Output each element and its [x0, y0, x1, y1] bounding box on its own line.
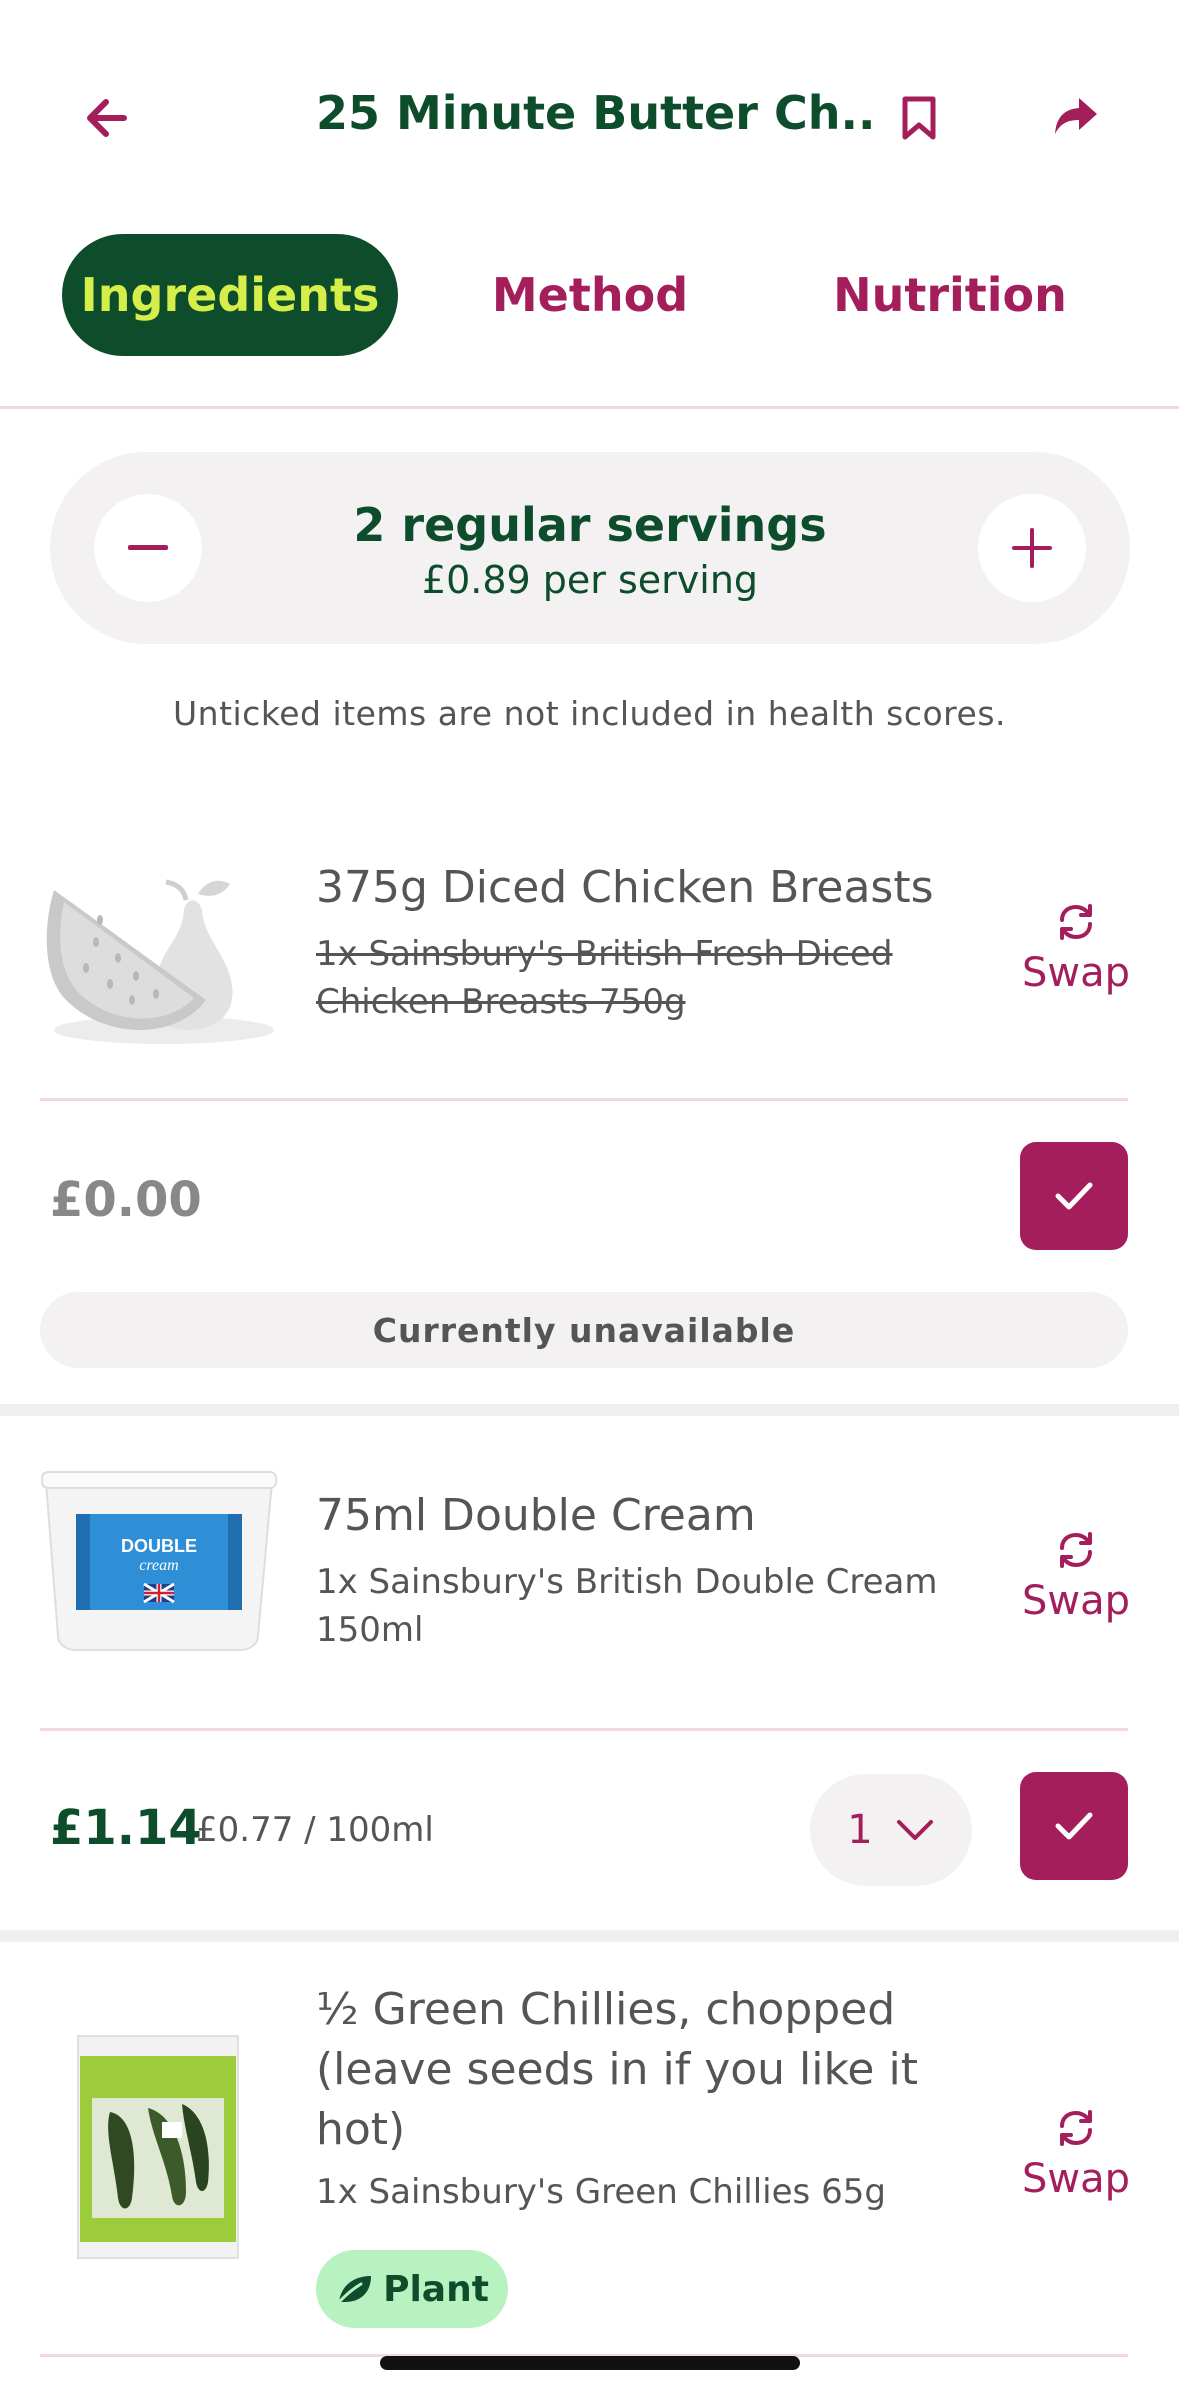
ingredient-name: ½ Green Chillies, chopped (leave seeds i… [316, 1984, 918, 2155]
tab-divider [0, 406, 1179, 409]
bookmark-button[interactable] [894, 88, 944, 148]
servings-count: 2 regular servings [353, 498, 827, 552]
increase-servings-button[interactable] [978, 494, 1086, 602]
swap-label: Swap [1021, 950, 1130, 996]
home-indicator[interactable] [380, 2356, 800, 2370]
item-price: £1.14 [50, 1800, 202, 1856]
ingredient-item: 375g Diced Chicken Breasts 1x Sainsbury'… [0, 830, 1179, 1380]
share-button[interactable] [1048, 88, 1104, 144]
plus-icon [1012, 528, 1052, 568]
quantity-dropdown[interactable]: 1 [810, 1774, 972, 1886]
include-checkbox[interactable] [1020, 1142, 1128, 1250]
tab-bar: Ingredients Method Nutrition [0, 234, 1179, 358]
unit-price: £0.77 / 100ml [196, 1810, 434, 1850]
swap-button[interactable]: Swap [1016, 2104, 1136, 2202]
ingredient-item: DOUBLE cream 75ml Double Cream 1x Sainsb… [0, 1416, 1179, 1926]
product-name: 1x Sainsbury's Green Chillies 65g [316, 2172, 886, 2212]
swap-icon [1060, 2110, 1092, 2146]
back-button[interactable] [78, 90, 134, 146]
price-per-serving: £0.89 per serving [421, 558, 759, 602]
header-bar: 25 Minute Butter Ch... [0, 0, 1179, 200]
ingredient-name: 75ml Double Cream [316, 1490, 756, 1541]
leaf-icon [335, 2276, 372, 2306]
swap-icon [1060, 1532, 1092, 1568]
servings-stepper: 2 regular servings £0.89 per serving [50, 452, 1130, 644]
svg-text:DOUBLE: DOUBLE [121, 1536, 197, 1556]
green-chillies-pack-image [36, 2032, 282, 2262]
plant-badge: Plant [316, 2250, 508, 2328]
product-name: 1x Sainsbury's British Fresh Diced Chick… [316, 934, 893, 1022]
plant-badge-label: Plant [383, 2268, 489, 2310]
svg-text:cream: cream [139, 1557, 178, 1574]
health-score-note: Unticked items are not included in healt… [173, 694, 1006, 733]
swap-icon [1060, 904, 1092, 940]
swap-label: Swap [1021, 2156, 1130, 2202]
arrow-left-icon [87, 99, 127, 137]
share-arrow-icon [1055, 98, 1097, 134]
item-divider [40, 1728, 1128, 1731]
section-separator [0, 1404, 1179, 1416]
placeholder-fruit-image [36, 850, 282, 1050]
swap-button[interactable]: Swap [1016, 1526, 1136, 1624]
double-cream-pot-image: DOUBLE cream [36, 1456, 282, 1656]
item-price: £0.00 [50, 1172, 202, 1228]
product-name: 1x Sainsbury's British Double Cream 150m… [316, 1562, 938, 1650]
item-divider [40, 1098, 1128, 1101]
page-title: 25 Minute Butter Ch... [316, 86, 876, 140]
tab-ingredients[interactable]: Ingredients [62, 234, 398, 356]
tab-method[interactable]: Method [468, 234, 712, 356]
swap-label: Swap [1021, 1578, 1130, 1624]
unavailable-status: Currently unavailable [40, 1292, 1128, 1368]
checkmark-icon [1055, 1182, 1093, 1210]
ingredient-item: ½ Green Chillies, chopped (leave seeds i… [0, 1942, 1179, 2362]
bookmark-icon [902, 96, 936, 140]
quantity-value: 1 [847, 1807, 873, 1853]
checkmark-icon [1055, 1812, 1093, 1840]
include-checkbox[interactable] [1020, 1772, 1128, 1880]
tab-nutrition[interactable]: Nutrition [822, 234, 1078, 356]
swap-button[interactable]: Swap [1016, 898, 1136, 996]
ingredient-name: 375g Diced Chicken Breasts [316, 862, 934, 913]
chevron-down-icon [896, 1820, 933, 1840]
section-separator [0, 1930, 1179, 1942]
